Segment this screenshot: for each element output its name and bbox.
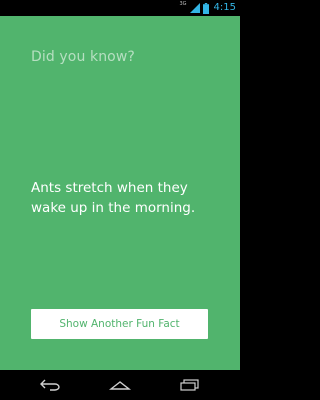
intro-label: Did you know? (31, 49, 135, 65)
battery-icon (202, 2, 209, 14)
status-time: 4:15 (213, 2, 236, 13)
show-another-fact-button[interactable]: Show Another Fun Fact (31, 309, 208, 339)
fun-fact-screen: Did you know? Ants stretch when they wak… (0, 16, 240, 370)
signal-icon (189, 3, 200, 13)
navigation-bar (0, 370, 240, 400)
back-button[interactable] (26, 370, 76, 400)
recent-apps-icon (180, 379, 199, 391)
home-icon (108, 381, 132, 390)
status-icons: 3G 4:15 (179, 1, 236, 15)
network-type-label: 3G (179, 1, 187, 7)
recent-apps-button[interactable] (165, 370, 215, 400)
status-bar: 3G 4:15 (0, 0, 240, 16)
fact-text: Ants stretch when they wake up in the mo… (31, 180, 196, 216)
home-button[interactable] (95, 370, 145, 400)
back-icon (40, 379, 60, 391)
